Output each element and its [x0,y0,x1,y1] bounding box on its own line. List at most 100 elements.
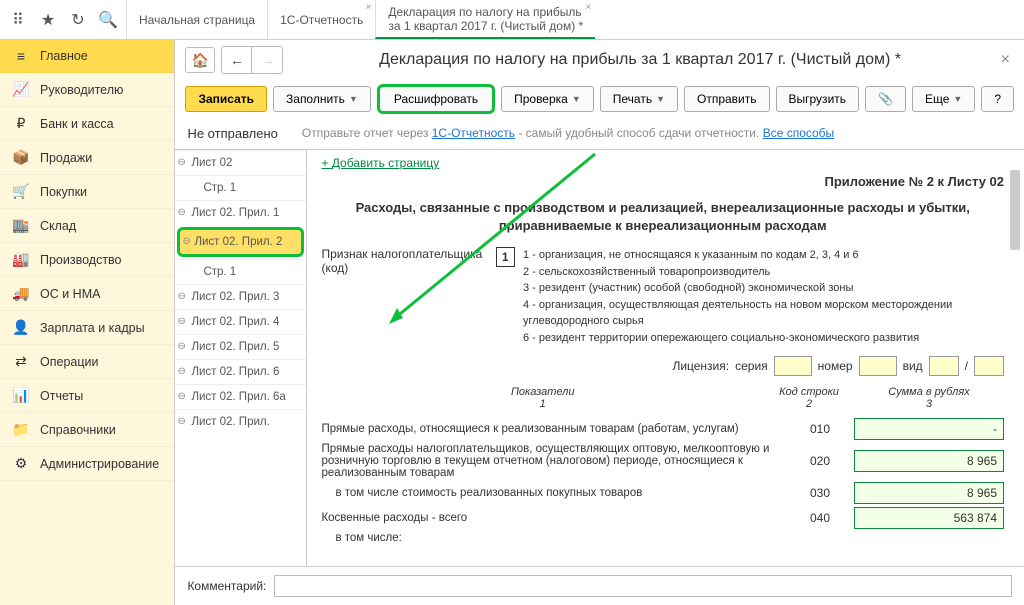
tree-item[interactable]: ⊖Лист 02. Прил. 6 [175,359,306,384]
number-label: номер [818,359,853,373]
collapse-icon[interactable]: ⊖ [177,291,185,302]
row-code: 030 [790,486,850,500]
sidebar-item-warehouse[interactable]: 🏬Склад [0,209,174,243]
column-headers: Показатели1 Код строки2 Сумма в рублях3 [321,386,1004,410]
comment-input[interactable] [274,575,1012,597]
row-label: Косвенные расходы - всего [321,512,786,524]
close-icon[interactable]: × [585,2,591,13]
taxpayer-notes: 1 - организация, не относящаяся к указан… [523,247,1004,346]
sidebar-item-operations[interactable]: ⇄Операции [0,345,174,379]
tab-declaration[interactable]: Декларация по налогу на прибыль за 1 ква… [375,0,595,39]
collapse-icon[interactable]: ⊖ [177,207,185,218]
star-icon[interactable]: ★ [34,6,62,34]
type-input-2[interactable] [974,356,1004,376]
sidebar-label: Отчеты [40,389,83,403]
sidebar-item-production[interactable]: 🏭Производство [0,243,174,277]
taxpayer-code[interactable]: 1 [496,247,515,267]
collapse-icon[interactable]: ⊖ [177,341,185,352]
sidebar-item-hr[interactable]: 👤Зарплата и кадры [0,311,174,345]
tree-item[interactable]: Стр. 1 [175,175,306,200]
apps-icon[interactable]: ⠿ [4,6,32,34]
tab-label-2: за 1 квартал 2017 г. (Чистый дом) * [388,19,583,33]
toolbar: Записать Заполнить▼ Расшифровать Проверк… [175,80,1024,122]
person-icon: 👤 [12,319,30,336]
tab-home[interactable]: Начальная страница [126,0,267,39]
tab-label: Начальная страница [139,13,255,27]
sidebar-item-assets[interactable]: 🚚 ОС и НМА [0,277,174,311]
status-hint: Отправьте отчет через 1С-Отчетность - са… [302,126,834,141]
back-button[interactable]: ← [222,47,252,73]
sidebar-label: Администрирование [40,457,159,471]
sidebar-label: ОС и НМА [40,287,100,301]
forward-button[interactable]: → [252,47,282,73]
tree-item[interactable]: ⊖Лист 02. Прил. 4 [175,309,306,334]
status-row: Не отправлено Отправьте отчет через 1С-О… [175,122,1024,149]
link-1c-reporting[interactable]: 1С-Отчетность [432,126,515,140]
body-area: ⊖Лист 02 Стр. 1 ⊖Лист 02. Прил. 1 ⊖Лист … [175,149,1024,566]
close-icon[interactable]: × [366,2,372,13]
history-icon[interactable]: ↻ [64,6,92,34]
collapse-icon[interactable]: ⊖ [177,366,185,377]
chart-icon: 📈 [12,81,30,98]
nav-group: ← → [221,46,283,74]
scrollbar[interactable] [1010,150,1022,566]
number-input[interactable] [859,356,897,376]
decode-button[interactable]: Расшифровать [377,84,495,114]
value-input[interactable]: 8 965 [854,482,1004,504]
tree-item[interactable]: Стр. 1 [175,259,306,284]
attach-button[interactable]: 📎 [865,86,906,112]
type-input-1[interactable] [929,356,959,376]
more-button[interactable]: Еще▼ [912,86,975,112]
collapse-icon[interactable]: ⊖ [177,416,185,427]
collapse-icon[interactable]: ⊖ [182,236,190,247]
home-button[interactable]: 🏠 [185,47,215,73]
sidebar-item-bank[interactable]: ₽Банк и касса [0,107,174,141]
search-icon[interactable]: 🔍 [94,6,122,34]
link-all-ways[interactable]: Все способы [763,126,835,140]
tree-item[interactable]: ⊖Лист 02. Прил. 3 [175,284,306,309]
save-button[interactable]: Записать [185,86,267,112]
row-label: Прямые расходы, относящиеся к реализован… [321,423,786,435]
sidebar-item-reports[interactable]: 📊Отчеты [0,379,174,413]
help-button[interactable]: ? [981,86,1014,112]
tree-item[interactable]: ⊖Лист 02 [175,150,306,175]
sidebar-item-sales[interactable]: 📦Продажи [0,141,174,175]
series-input[interactable] [774,356,812,376]
value-input[interactable]: 8 965 [854,450,1004,472]
export-button[interactable]: Выгрузить [776,86,860,112]
chevron-down-icon: ▼ [349,94,358,104]
license-row: Лицензия: серия номер вид / [321,356,1004,376]
collapse-icon[interactable]: ⊖ [177,391,185,402]
chevron-down-icon: ▼ [572,94,581,104]
tree-item[interactable]: ⊖Лист 02. Прил. 5 [175,334,306,359]
value-input[interactable]: 563 874 [854,507,1004,529]
sidebar-item-purchase[interactable]: 🛒Покупки [0,175,174,209]
print-button[interactable]: Печать▼ [600,86,678,112]
system-icons: ⠿ ★ ↻ 🔍 [0,0,126,39]
tree-item[interactable]: ⊖Лист 02. Прил. 6а [175,384,306,409]
send-button[interactable]: Отправить [684,86,770,112]
value-input[interactable]: - [854,418,1004,440]
sidebar-label: Руководителю [40,83,123,97]
tree-item-selected[interactable]: ⊖Лист 02. Прил. 2 [177,227,304,257]
collapse-icon[interactable]: ⊖ [177,316,185,327]
sheet-tree: ⊖Лист 02 Стр. 1 ⊖Лист 02. Прил. 1 ⊖Лист … [175,150,307,566]
tree-item[interactable]: ⊖Лист 02. Прил. 1 [175,200,306,225]
chevron-down-icon: ▼ [953,94,962,104]
taxpayer-row: Признак налогоплательщика (код) 1 1 - ор… [321,247,1004,346]
sidebar-item-main[interactable]: ≡Главное [0,40,174,73]
truck-icon: 🚚 [12,285,30,302]
add-page-link[interactable]: Добавить страницу [321,156,439,170]
sidebar-item-manager[interactable]: 📈 Руководителю [0,73,174,107]
page-title: Декларация по налогу на прибыль за 1 ква… [289,51,990,69]
status-text: Не отправлено [187,126,277,141]
sidebar-item-refs[interactable]: 📁Справочники [0,413,174,447]
tab-reporting[interactable]: 1С-Отчетность× [267,0,375,39]
fill-button[interactable]: Заполнить▼ [273,86,371,112]
close-icon[interactable]: × [997,47,1014,73]
check-button[interactable]: Проверка▼ [501,86,594,112]
sidebar-item-admin[interactable]: ⚙Администрирование [0,447,174,481]
tree-item[interactable]: ⊖Лист 02. Прил. [175,409,306,434]
folder-icon: 📁 [12,421,30,438]
collapse-icon[interactable]: ⊖ [177,157,185,168]
